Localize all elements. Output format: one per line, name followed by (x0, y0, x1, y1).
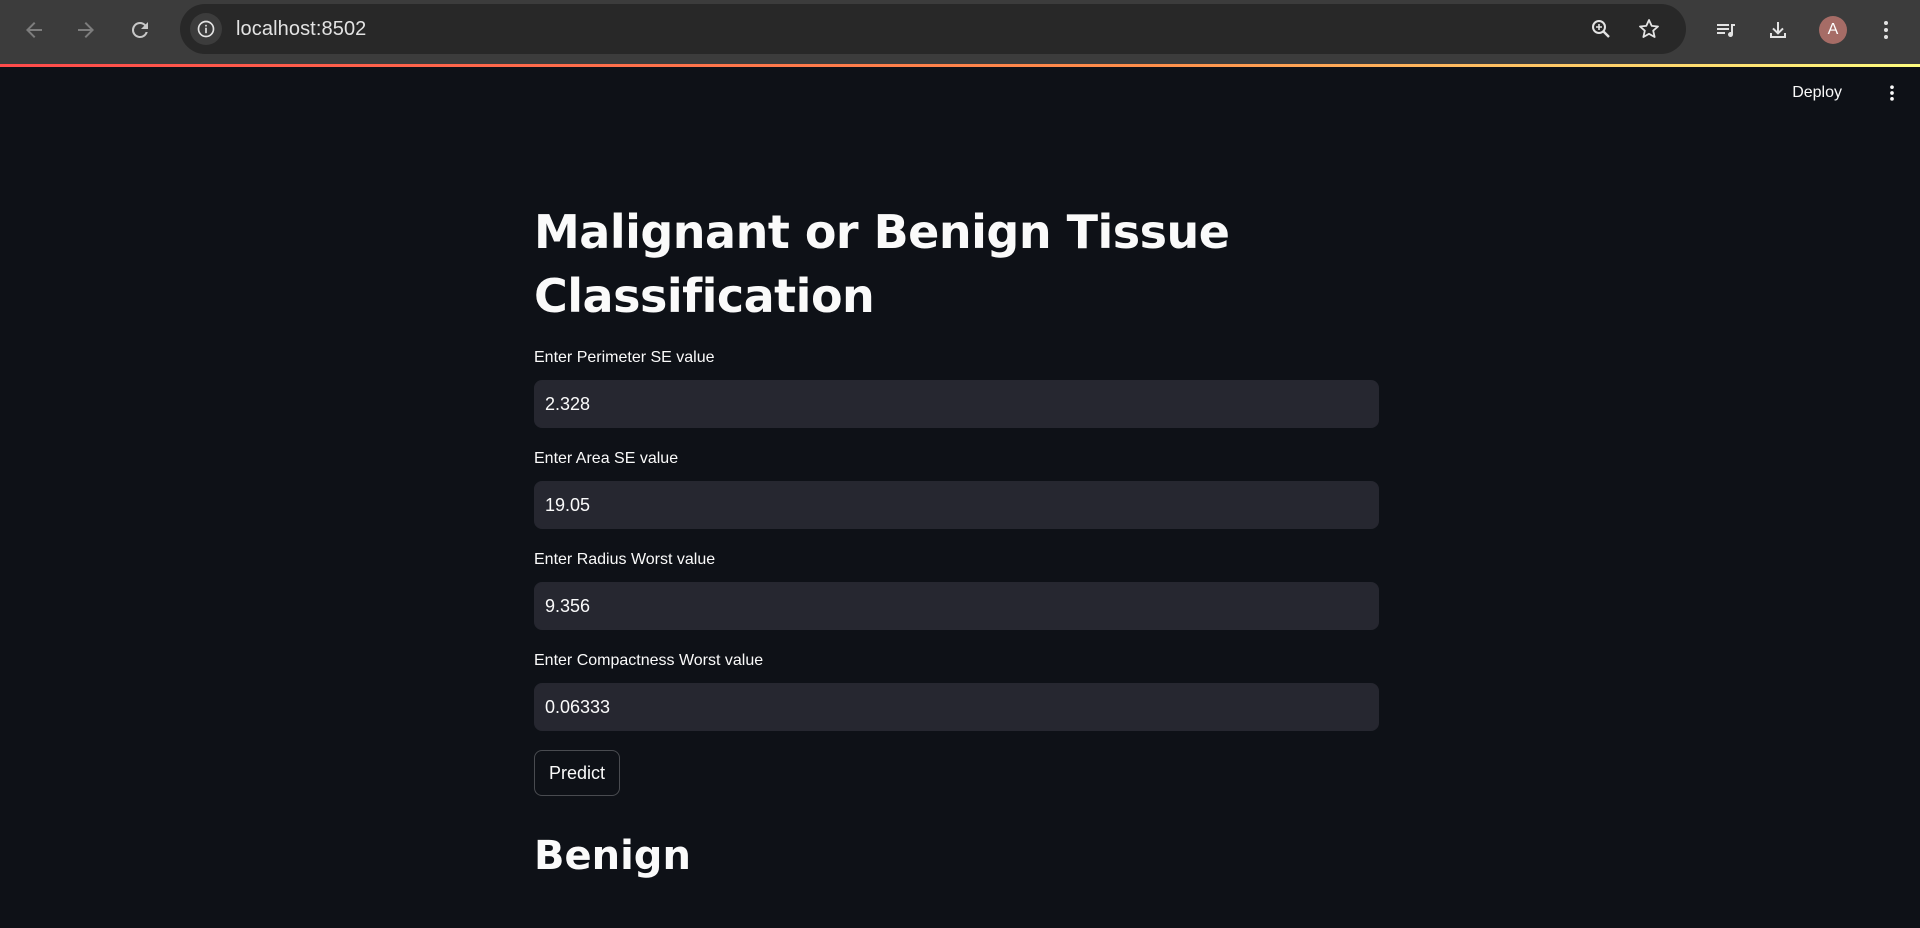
site-info-button[interactable] (190, 13, 222, 45)
info-icon (197, 20, 215, 38)
predict-button[interactable]: Predict (534, 750, 621, 796)
star-icon (1639, 19, 1659, 38)
prediction-result: Benign (534, 833, 691, 879)
main-content: Malignant or Benign Tissue Classificatio… (534, 200, 1379, 882)
field-label: Enter Area SE value (534, 450, 679, 467)
field-label: Enter Perimeter SE value (534, 349, 715, 366)
avatar: A (1819, 16, 1847, 44)
field-label: Enter Radius Worst value (534, 551, 716, 568)
main-menu-button[interactable] (1878, 79, 1906, 107)
compactness-worst-field: Enter Compactness Worst value (534, 651, 1379, 731)
download-icon (1770, 22, 1786, 38)
back-button[interactable] (16, 12, 52, 48)
arrow-right-icon (78, 22, 94, 38)
media-button[interactable] (1708, 12, 1744, 48)
downloads-button[interactable] (1760, 12, 1796, 48)
reload-button[interactable] (122, 12, 158, 48)
perimeter-se-input[interactable] (534, 380, 1379, 428)
chrome-menu-button[interactable] (1868, 12, 1904, 48)
area-se-field: Enter Area SE value (534, 449, 1379, 529)
profile-button[interactable]: A (1815, 12, 1851, 48)
reload-icon (131, 21, 148, 38)
forward-button[interactable] (68, 12, 104, 48)
radius-worst-input[interactable] (534, 582, 1379, 630)
radius-worst-field: Enter Radius Worst value (534, 550, 1379, 630)
zoom-icon (1592, 20, 1610, 38)
bookmark-button[interactable] (1636, 16, 1662, 42)
compactness-worst-input[interactable] (534, 683, 1379, 731)
area-se-input[interactable] (534, 481, 1379, 529)
url-text[interactable]: localhost:8502 (236, 18, 366, 41)
kebab-menu-icon (1890, 85, 1894, 101)
field-label: Enter Compactness Worst value (534, 652, 764, 669)
arrow-left-icon (26, 22, 42, 38)
address-bar[interactable]: localhost:8502 (180, 4, 1686, 54)
browser-toolbar: localhost:8502 A (0, 0, 1920, 65)
page-title: Malignant or Benign Tissue Classificatio… (534, 205, 1230, 323)
media-queue-icon (1717, 24, 1735, 37)
deploy-button[interactable]: Deploy (1784, 79, 1850, 107)
app-header: Deploy (0, 67, 1920, 119)
zoom-button[interactable] (1588, 16, 1614, 42)
kebab-menu-icon (1884, 21, 1888, 39)
perimeter-se-field: Enter Perimeter SE value (534, 348, 1379, 428)
